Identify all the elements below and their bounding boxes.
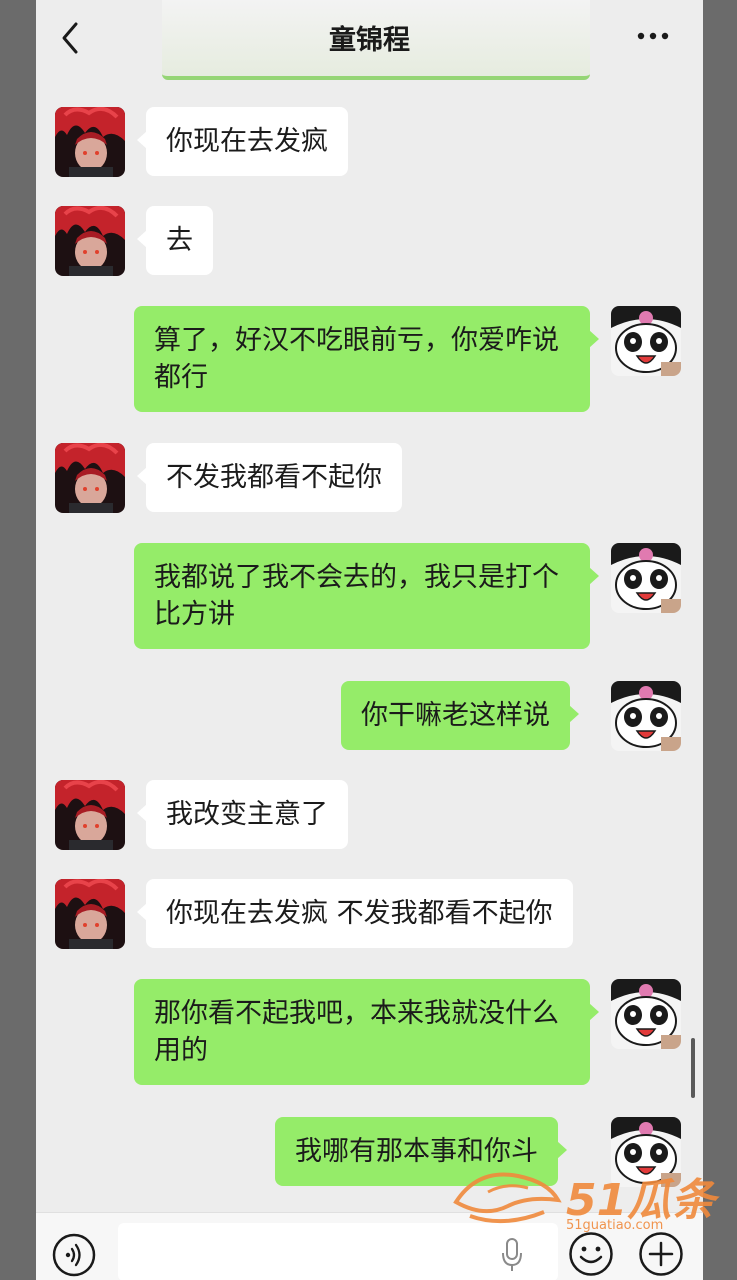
- red-hair-avatar-icon: [55, 879, 125, 949]
- contact-avatar[interactable]: [55, 443, 125, 513]
- message-bubble-received[interactable]: 你现在去发疯 不发我都看不起你: [137, 879, 573, 948]
- more-dots-icon: [637, 32, 669, 40]
- voice-toggle-button[interactable]: [52, 1233, 96, 1277]
- my-avatar[interactable]: [611, 543, 681, 613]
- microphone-icon: [502, 1238, 522, 1271]
- microphone-button[interactable]: [500, 1237, 524, 1273]
- left-frame: [0, 0, 36, 1280]
- red-hair-avatar-icon: [55, 443, 125, 513]
- red-hair-avatar-icon: [55, 107, 125, 177]
- my-avatar[interactable]: [611, 979, 681, 1049]
- my-avatar[interactable]: [611, 681, 681, 751]
- my-avatar[interactable]: [611, 306, 681, 376]
- panda-cartoon-avatar-icon: [611, 979, 681, 1049]
- message-bubble-sent[interactable]: 我都说了我不会去的，我只是打个比方讲: [134, 543, 599, 649]
- voice-wave-icon: [52, 1233, 96, 1277]
- panda-cartoon-avatar-icon: [611, 306, 681, 376]
- chat-header: 童锦程: [36, 0, 703, 80]
- right-frame: [703, 0, 737, 1280]
- scrollbar[interactable]: [691, 1038, 695, 1098]
- contact-avatar[interactable]: [55, 206, 125, 276]
- watermark-domain: 51guatiao.com: [566, 1218, 664, 1233]
- watermark: 51瓜条 51guatiao.com: [448, 1162, 728, 1242]
- contact-avatar[interactable]: [55, 879, 125, 949]
- message-bubble-received[interactable]: 我改变主意了: [137, 780, 348, 849]
- message-bubble-received[interactable]: 去: [137, 206, 213, 275]
- watermark-logo-icon: [453, 1172, 562, 1224]
- message-bubble-received[interactable]: 不发我都看不起你: [137, 443, 402, 512]
- message-bubble-sent[interactable]: 你干嘛老这样说: [341, 681, 579, 750]
- message-bubble-sent[interactable]: 那你看不起我吧，本来我就没什么用的: [134, 979, 599, 1085]
- message-bubble-received[interactable]: 你现在去发疯: [137, 107, 348, 176]
- panda-cartoon-avatar-icon: [611, 543, 681, 613]
- contact-avatar[interactable]: [55, 780, 125, 850]
- chat-screen: 童锦程 你现在去发疯 去 算了，好汉不吃眼前亏，你爱咋说都行 不发我都看不起你 …: [36, 0, 703, 1280]
- contact-avatar[interactable]: [55, 107, 125, 177]
- message-bubble-sent[interactable]: 算了，好汉不吃眼前亏，你爱咋说都行: [134, 306, 599, 412]
- panda-cartoon-avatar-icon: [611, 681, 681, 751]
- more-button[interactable]: [635, 24, 671, 48]
- red-hair-avatar-icon: [55, 780, 125, 850]
- chat-title: 童锦程: [329, 25, 410, 56]
- red-hair-avatar-icon: [55, 206, 125, 276]
